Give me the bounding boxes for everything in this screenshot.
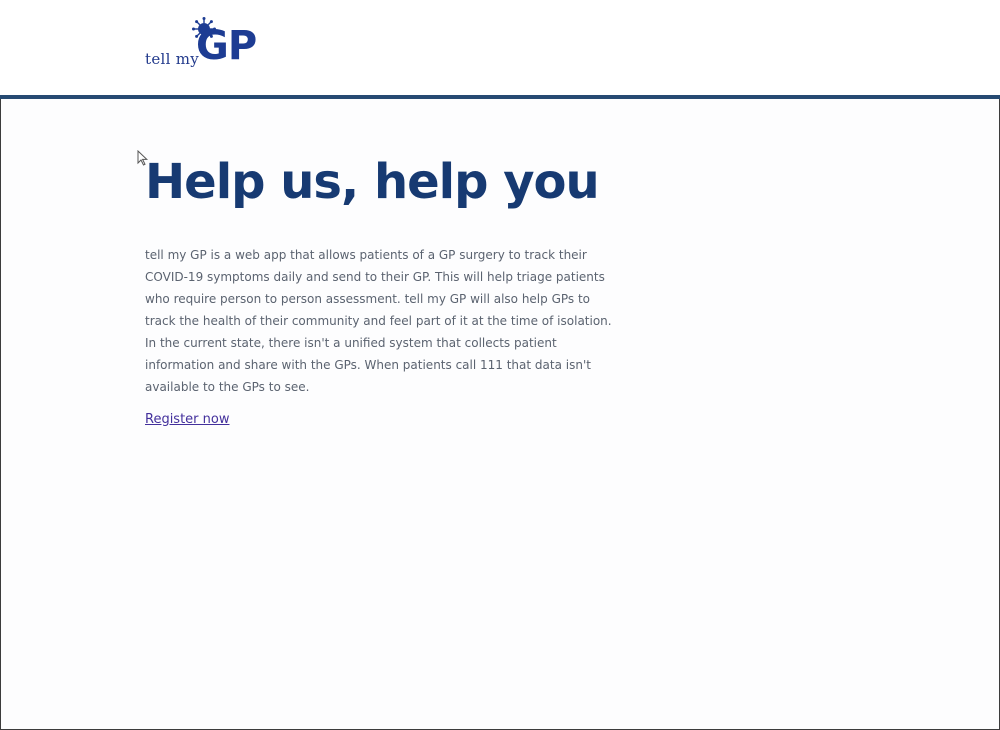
logo-small-text: tell my	[145, 50, 200, 68]
logo-big-text: GP	[196, 23, 257, 69]
intro-paragraph: tell my GP is a web app that allows pati…	[145, 248, 612, 394]
register-now-link[interactable]: Register now	[145, 411, 229, 429]
page-title: Help us, help you	[145, 154, 600, 210]
header-divider	[0, 95, 1000, 99]
main-content: Help us, help you tell my GP is a web ap…	[145, 150, 625, 429]
site-header: tell my GP	[0, 0, 1000, 95]
tell-my-gp-logo[interactable]: tell my GP	[142, 16, 272, 76]
